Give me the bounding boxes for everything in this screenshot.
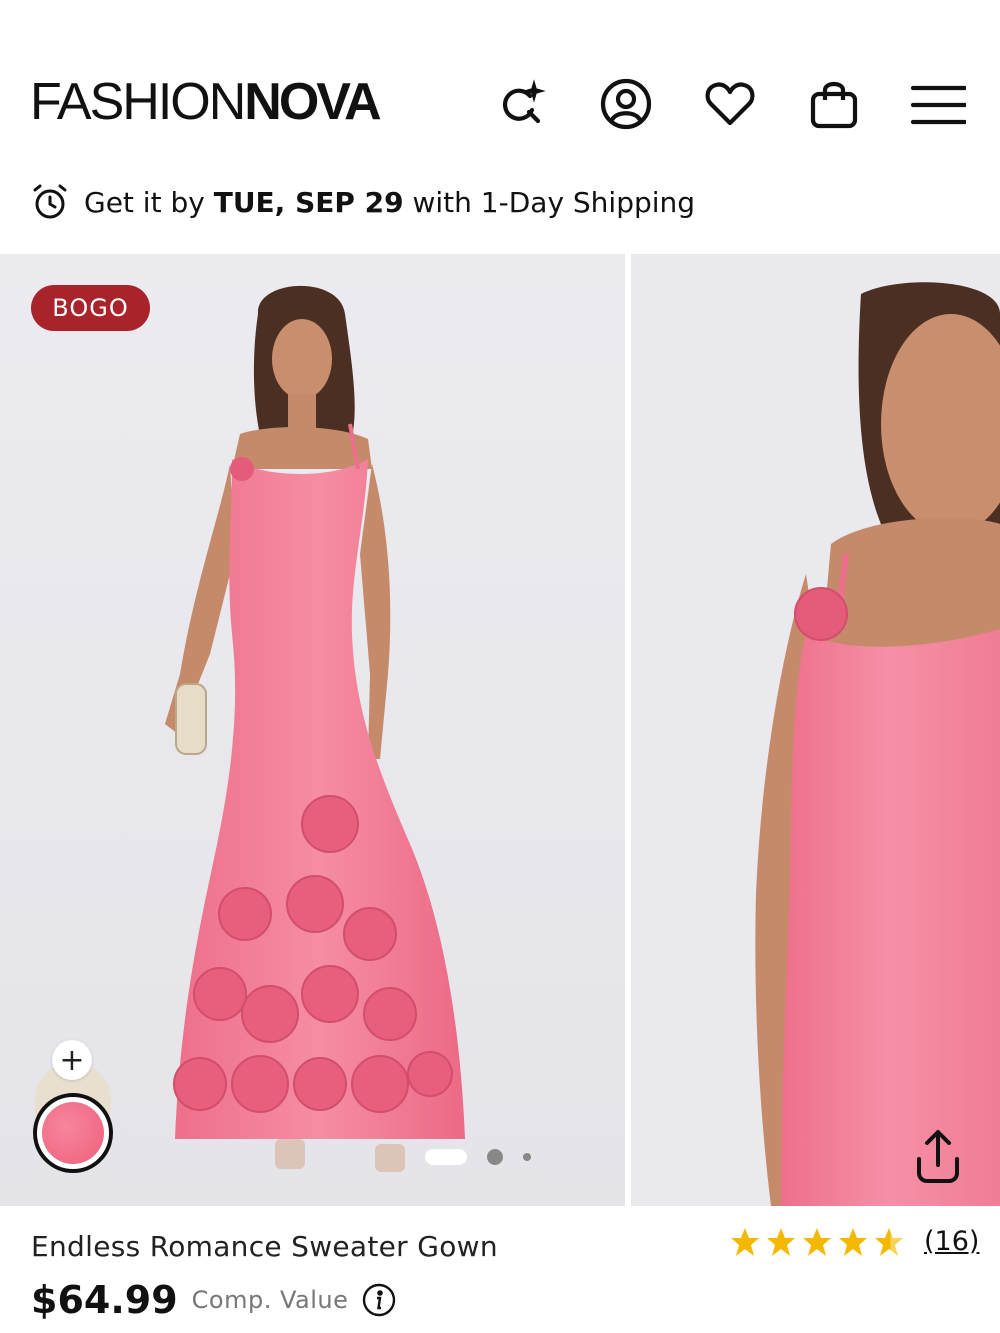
add-color-button[interactable]: +	[52, 1040, 92, 1080]
swatch-pink-fill	[42, 1102, 104, 1164]
fashion-nova-logo[interactable]: FASHION NOVA	[30, 73, 382, 131]
shipping-date: TUE, SEP 29	[213, 185, 404, 219]
shopping-bag-icon[interactable]	[802, 72, 866, 136]
color-swatch-pink-selected[interactable]	[33, 1093, 113, 1173]
share-icon[interactable]	[906, 1124, 970, 1188]
alarm-clock-icon	[33, 184, 67, 219]
product-image-closeup[interactable]	[631, 254, 1000, 1206]
star-icon	[731, 1227, 759, 1256]
info-icon[interactable]	[362, 1283, 396, 1317]
wishlist-heart-icon[interactable]	[698, 72, 762, 136]
star-icon	[839, 1227, 867, 1256]
logo-light-text: FASHION	[30, 73, 246, 131]
product-gallery[interactable]	[0, 254, 1000, 1206]
star-icon	[803, 1227, 831, 1256]
product-rating[interactable]: (16)	[730, 1226, 979, 1257]
shipping-suffix: with 1-Day Shipping	[412, 185, 696, 219]
product-price: $64.99	[31, 1278, 178, 1322]
half-star-icon	[875, 1227, 903, 1256]
price-row: $64.99 Comp. Value	[31, 1278, 396, 1322]
star-icon	[767, 1227, 795, 1256]
product-image-front[interactable]	[0, 254, 625, 1206]
carousel-dot-active[interactable]	[425, 1149, 467, 1165]
shipping-banner: Get it by TUE, SEP 29 with 1-Day Shippin…	[30, 178, 695, 226]
carousel-dot[interactable]	[487, 1149, 503, 1165]
bogo-badge: BOGO	[31, 285, 150, 331]
shipping-prefix: Get it by	[84, 185, 205, 219]
ai-search-icon[interactable]	[490, 72, 554, 136]
carousel-dot-small[interactable]	[523, 1153, 531, 1161]
shipping-text: Get it by TUE, SEP 29 with 1-Day Shippin…	[84, 186, 695, 219]
review-count-link[interactable]: (16)	[924, 1226, 979, 1257]
account-icon[interactable]	[594, 72, 658, 136]
hamburger-menu-icon[interactable]	[906, 72, 970, 136]
comp-value-label: Comp. Value	[191, 1286, 349, 1314]
product-title: Endless Romance Sweater Gown	[31, 1230, 498, 1263]
logo-bold-text: NOVA	[244, 73, 381, 131]
site-header: FASHION NOVA	[0, 0, 1000, 160]
carousel-pagination[interactable]	[425, 1148, 531, 1166]
